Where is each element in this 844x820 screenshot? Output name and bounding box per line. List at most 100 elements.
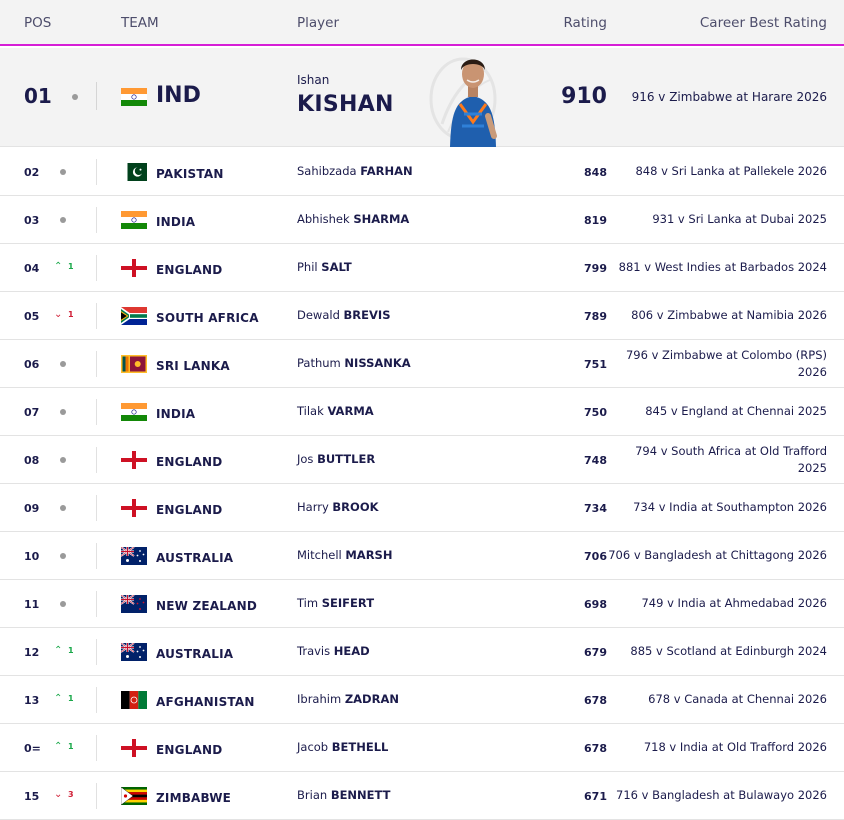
position: 01 (24, 84, 52, 108)
team-name: AFGHANISTAN (156, 695, 255, 709)
team-name: AUSTRALIA (156, 647, 234, 661)
flag-icon (121, 163, 147, 181)
career-best: 806 v Zimbabwe at Namibia 2026 (631, 308, 827, 322)
table-row[interactable]: 10 AUSTRALIA Mitchell MARSH 706 706 v Bangla… (0, 532, 844, 580)
player-name[interactable]: Harry BROOK (297, 500, 379, 514)
rating: 706 (584, 550, 607, 563)
player-name[interactable]: Tim SEIFERT (297, 596, 374, 610)
player-last-name: BENNETT (330, 788, 391, 802)
team-name: INDIA (156, 407, 196, 421)
career-best: 796 v Zimbabwe at Colombo (RPS) 2026 (625, 347, 827, 379)
player-name[interactable]: Pathum NISSANKA (297, 356, 411, 370)
player-first-name: Pathum (297, 356, 341, 370)
team-name: PAKISTAN (156, 167, 224, 181)
table-row[interactable]: 12 ⌃ 1 AUSTRALIA Travis HEAD 679 885 v Scotlan… (0, 628, 844, 676)
divider (96, 351, 97, 377)
table-row[interactable]: 15 ⌄ 3 ZIMBABWE Brian BENNETT 671 716 v Bangla… (0, 772, 844, 820)
flag-icon (121, 88, 147, 106)
player-first-name: Phil (297, 260, 318, 274)
flag-icon (121, 739, 147, 757)
career-best: 749 v India at Ahmedabad 2026 (641, 596, 827, 610)
career-best: 734 v India at Southampton 2026 (633, 500, 827, 514)
team-name: ENGLAND (156, 455, 223, 469)
divider (96, 159, 97, 185)
rating: 679 (584, 646, 607, 659)
rank-up-indicator: ⌃ 1 (54, 740, 84, 754)
player-name[interactable]: Tilak VARMA (297, 404, 374, 418)
divider (96, 207, 97, 233)
player-name[interactable]: Jos BUTTLER (297, 452, 375, 466)
team-name: ENGLAND (156, 503, 223, 517)
arrow-up-icon: ⌃ (54, 741, 63, 752)
player-last-name: ZADRAN (344, 692, 399, 706)
no-change-indicator (54, 164, 84, 178)
player-name[interactable]: Ibrahim ZADRAN (297, 692, 399, 706)
player-photo (448, 52, 498, 147)
player-first-name: Ishan (297, 73, 330, 87)
flag-icon (121, 643, 147, 661)
table-row[interactable]: 03 INDIA Abhishek SHARMA 819 931 v Sri Lanka… (0, 196, 844, 244)
player-last-name: BROOK (332, 500, 379, 514)
position: 09 (24, 502, 40, 515)
table-row[interactable]: 04 ⌃ 1 ENGLAND Phil SALT 799 881 v West Indies… (0, 244, 844, 292)
position: 13 (24, 694, 40, 707)
table-row[interactable]: 05 ⌄ 1 SOUTH AFRICA Dewald BREVIS 789 806 v Zi… (0, 292, 844, 340)
player-name[interactable]: Sahibzada FARHAN (297, 164, 413, 178)
rating: 678 (584, 694, 607, 707)
header-player: Player (297, 15, 340, 31)
player-name[interactable]: Jacob BETHELL (297, 740, 388, 754)
divider (96, 639, 97, 665)
player-last-name: NISSANKA (344, 356, 411, 370)
player-name[interactable]: Brian BENNETT (297, 788, 391, 802)
flag-icon (121, 307, 147, 325)
table-row[interactable]: 09 ENGLAND Harry BROOK 734 734 v India at So… (0, 484, 844, 532)
table-row[interactable]: 11 NEW ZEALAND Tim SEIFERT 698 749 v India a… (0, 580, 844, 628)
rating: 678 (584, 742, 607, 755)
career-best: 716 v Bangladesh at Bulawayo 2026 (616, 788, 827, 802)
player-last-name: SEIFERT (321, 596, 375, 610)
team-name: ENGLAND (156, 743, 223, 757)
player-first-name: Jacob (297, 740, 329, 754)
rank-change: 3 (68, 790, 74, 799)
table-row[interactable]: 07 INDIA Tilak VARMA 750 845 v England at Ch… (0, 388, 844, 436)
flag-icon (121, 787, 147, 805)
table-row[interactable]: 13 ⌃ 1 AFGHANISTAN Ibrahim ZADRAN 678 678 v Ca… (0, 676, 844, 724)
flag-icon (121, 355, 147, 373)
flag-icon (121, 499, 147, 517)
player-last-name: SHARMA (353, 212, 410, 226)
career-best: 931 v Sri Lanka at Dubai 2025 (652, 212, 827, 226)
no-change-dot-icon (60, 169, 66, 175)
no-change-indicator (54, 452, 84, 466)
no-change-dot-icon (60, 457, 66, 463)
table-row[interactable]: 02 PAKISTAN Sahibzada FARHAN 848 848 v Sri L… (0, 148, 844, 196)
table-row[interactable]: 0= ⌃ 1 ENGLAND Jacob BETHELL 678 718 v India a… (0, 724, 844, 772)
no-change-dot-icon (60, 217, 66, 223)
player-last-name[interactable]: KISHAN (297, 92, 394, 117)
top-ranked-row[interactable]: 01 IND Ishan KISHAN 910 916 v Zimbabwe a… (0, 48, 844, 147)
player-last-name: MARSH (345, 548, 393, 562)
rating: 750 (584, 406, 607, 419)
team-name: NEW ZEALAND (156, 599, 257, 613)
player-first-name: Mitchell (297, 548, 342, 562)
player-first-name: Harry (297, 500, 329, 514)
arrow-up-icon: ⌃ (54, 261, 63, 272)
rating: 819 (584, 214, 607, 227)
player-name[interactable]: Travis HEAD (297, 644, 370, 658)
team-name: ZIMBABWE (156, 791, 232, 805)
position: 15 (24, 790, 40, 803)
flag-icon (121, 691, 147, 709)
rating: 789 (584, 310, 607, 323)
rank-up-indicator: ⌃ 1 (54, 260, 84, 274)
arrow-down-icon: ⌄ (54, 789, 63, 800)
player-name[interactable]: Phil SALT (297, 260, 352, 274)
player-name[interactable]: Abhishek SHARMA (297, 212, 409, 226)
table-row[interactable]: 06 SRI LANKA Pathum NISSANKA 751 796 v Zimba… (0, 340, 844, 388)
team-name: INDIA (156, 215, 196, 229)
header-rating: Rating (563, 15, 607, 31)
table-row[interactable]: 08 ENGLAND Jos BUTTLER 748 794 v South Afric… (0, 436, 844, 484)
rank-change: 1 (68, 310, 74, 319)
divider (96, 543, 97, 569)
player-name[interactable]: Mitchell MARSH (297, 548, 392, 562)
player-name[interactable]: Dewald BREVIS (297, 308, 391, 322)
player-last-name: BUTTLER (317, 452, 376, 466)
